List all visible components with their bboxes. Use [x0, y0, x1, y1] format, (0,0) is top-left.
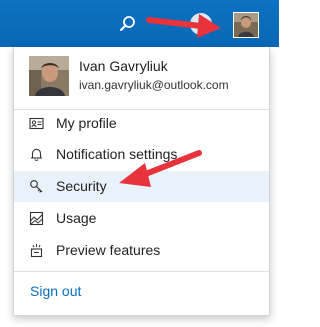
bell-icon — [31, 148, 42, 161]
avatar — [29, 56, 69, 96]
menu-item-label: My profile — [56, 115, 117, 131]
user-email: ivan.gavryliuk@outlook.com — [79, 78, 229, 92]
avatar-photo — [29, 56, 69, 96]
avatar-photo — [234, 13, 258, 37]
usage-icon — [29, 211, 44, 226]
search-icon[interactable] — [118, 14, 138, 34]
menu-item-label: Usage — [56, 210, 97, 226]
id-card-icon — [29, 117, 44, 130]
profile-section: Ivan Gavryliuk ivan.gavryliuk@outlook.co… — [14, 47, 269, 109]
menu-item-my-profile[interactable]: My profile — [14, 108, 269, 139]
annotation-arrow-header — [146, 14, 221, 38]
key-icon — [30, 180, 43, 193]
annotation-arrow-security — [119, 150, 202, 187]
header-avatar[interactable] — [233, 12, 259, 38]
top-header-bar — [0, 0, 279, 47]
menu-item-label: Preview features — [56, 242, 161, 258]
sign-out-link[interactable]: Sign out — [30, 283, 81, 299]
menu-item-preview-features[interactable]: Preview features — [14, 235, 269, 266]
user-name: Ivan Gavryliuk — [79, 58, 168, 74]
menu-item-label: Security — [56, 178, 107, 194]
preview-features-icon — [30, 244, 43, 258]
divider — [14, 271, 269, 272]
screenshot-stage: Ivan Gavryliuk ivan.gavryliuk@outlook.co… — [0, 0, 279, 327]
menu-item-usage[interactable]: Usage — [14, 203, 269, 234]
